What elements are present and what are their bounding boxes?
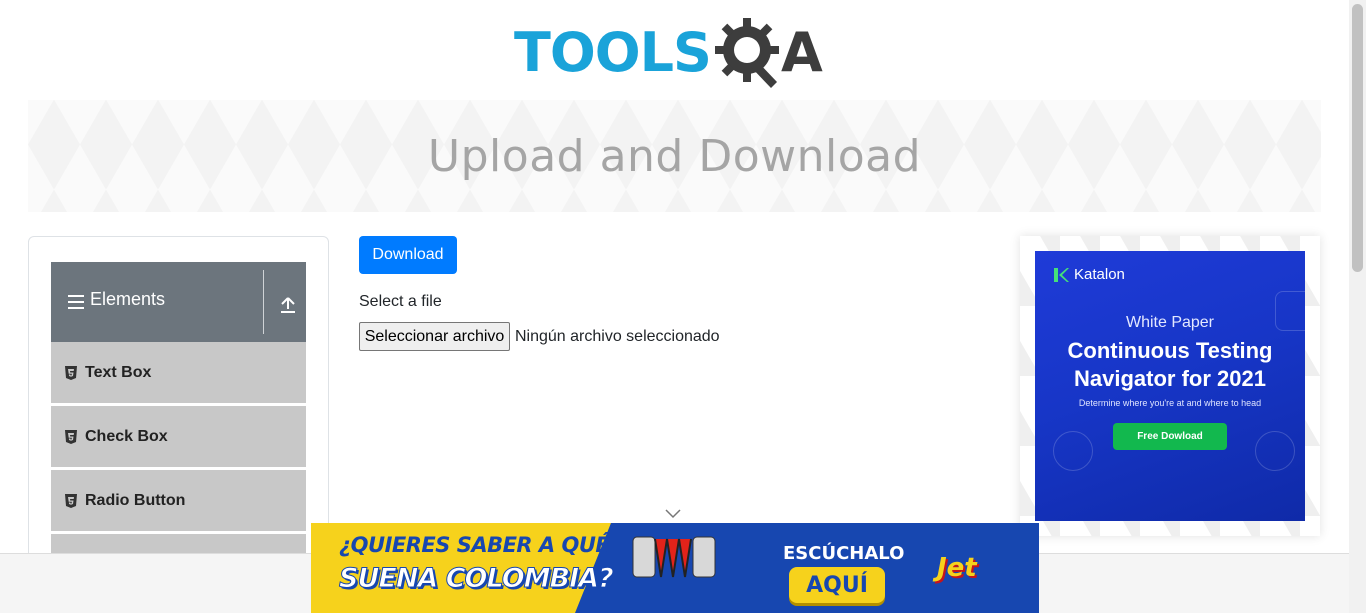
sidebar-item-check-box[interactable]: Check Box <box>51 406 306 468</box>
page-banner: Upload and Download <box>28 100 1321 212</box>
html5-icon <box>65 429 77 444</box>
page-scrollbar[interactable] <box>1349 0 1366 613</box>
page-title: Upload and Download <box>427 130 922 182</box>
toolsqa-logo[interactable]: TOOLS A <box>514 14 840 92</box>
logo-suffix: A <box>780 21 823 84</box>
ad-headline-line: Continuous Testing <box>1067 338 1273 363</box>
jet-logo: Jet <box>937 553 977 583</box>
ad-headline-line: Navigator for 2021 <box>1074 366 1266 391</box>
bottom-ad-banner[interactable]: ¿QUIERES SABER A QUÉ SUENA COLOMBIA? ESC… <box>311 523 1039 613</box>
sidebar-item-label: Text Box <box>85 363 152 381</box>
katalon-logo-icon <box>1054 267 1069 282</box>
ad-cta-button[interactable]: Free Dowload <box>1113 423 1227 450</box>
gear-icon <box>714 18 779 88</box>
scrollbar-thumb[interactable] <box>1352 4 1363 272</box>
ad-here-button[interactable]: AQUÍ <box>789 567 885 603</box>
html5-icon <box>65 365 77 380</box>
sidebar: Elements Text Box Check Box Radio Button <box>28 236 329 596</box>
html5-icon <box>65 493 77 508</box>
select-file-label: Select a file <box>359 293 442 310</box>
download-button[interactable]: Download <box>359 236 457 274</box>
hamburger-icon <box>68 295 84 309</box>
ad-decoration <box>1053 431 1093 471</box>
logo-text: TOOLS <box>514 21 712 84</box>
choose-file-button[interactable]: Seleccionar archivo <box>359 322 510 351</box>
ad-question-line2: SUENA COLOMBIA? <box>339 563 615 595</box>
divider <box>263 270 264 334</box>
sidebar-item-radio-button[interactable]: Radio Button <box>51 470 306 532</box>
file-status-text: Ningún archivo seleccionado <box>515 328 720 345</box>
sidebar-group-title: Elements <box>90 288 166 309</box>
ad-kicker: White Paper <box>1125 314 1215 331</box>
ad-subtext: Determine where you're at and where to h… <box>1078 398 1262 408</box>
sidebar-item-text-box[interactable]: Text Box <box>51 342 306 404</box>
ad-headline: Continuous Testing Navigator for 2021 <box>1035 337 1305 393</box>
sidebar-group-elements[interactable]: Elements <box>51 262 306 342</box>
ad-question-line1: ¿QUIERES SABER A QUÉ <box>339 533 610 557</box>
upload-arrow-icon <box>281 297 295 313</box>
sidebar-item-label: Check Box <box>85 427 168 445</box>
chevron-down-icon[interactable] <box>664 508 682 520</box>
side-ad[interactable]: Katalon White Paper Continuous Testing N… <box>1035 251 1305 521</box>
katalon-brand: Katalon <box>1053 266 1125 283</box>
sidebar-item-label: Radio Button <box>85 491 186 509</box>
ad-decoration <box>1255 431 1295 471</box>
ad-brand-name: Katalon <box>1074 266 1125 283</box>
ad-listen-text: ESCÚCHALO <box>783 543 905 564</box>
accordion-icon <box>632 536 716 578</box>
